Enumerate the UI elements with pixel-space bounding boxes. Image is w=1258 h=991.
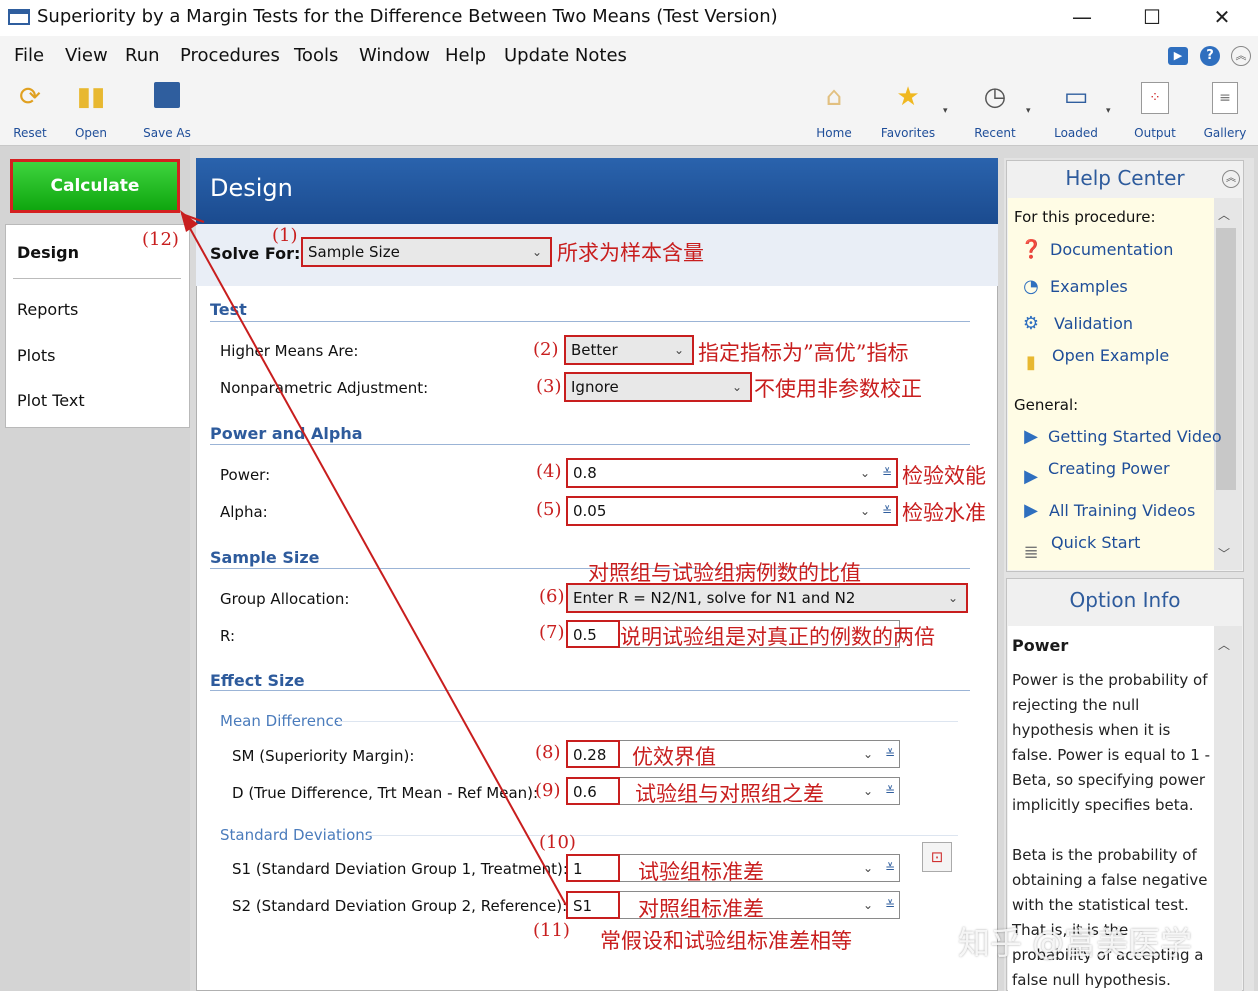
help-link-examples[interactable]: Examples — [1050, 277, 1128, 296]
watermark: 知乎 @富美医学 — [958, 924, 1193, 962]
help-for-this-label: For this procedure: — [1014, 208, 1156, 226]
help-link-open-example[interactable]: Open Example — [1052, 346, 1169, 365]
documentation-icon: ❓ — [1020, 239, 1043, 260]
option-info-title: Option Info — [1069, 588, 1181, 612]
option-scrollbar[interactable] — [1214, 626, 1242, 991]
help-collapse-icon[interactable]: ︽ — [1222, 170, 1240, 188]
document-icon: ≣ — [1023, 542, 1039, 563]
help-general-label: General: — [1014, 396, 1079, 414]
scroll-up-icon[interactable]: ︿ — [1218, 206, 1230, 223]
video-icon-2: ▶ — [1024, 466, 1038, 487]
help-link-creating-power[interactable]: Creating Power — [1048, 459, 1170, 478]
validation-icon: ⚙ — [1022, 313, 1040, 334]
help-link-all-training[interactable]: All Training Videos — [1049, 501, 1195, 520]
open-example-icon: ▮ — [1026, 352, 1036, 373]
video-icon-3: ▶ — [1024, 500, 1038, 521]
help-link-documentation[interactable]: Documentation — [1050, 240, 1173, 259]
help-scroll-thumb[interactable] — [1216, 228, 1236, 490]
option-info-paragraph-1: Power is the probability of rejecting th… — [1012, 671, 1211, 814]
option-info-heading: Power — [1012, 636, 1069, 655]
video-icon: ▶ — [1024, 426, 1038, 447]
option-info-paragraph-2: Beta is the probability of obtaining a f… — [1012, 846, 1208, 989]
help-link-validation[interactable]: Validation — [1054, 314, 1133, 333]
help-center-title: Help Center — [1065, 166, 1185, 190]
examples-icon: ◔ — [1023, 276, 1039, 297]
option-scroll-up-icon[interactable]: ︿ — [1218, 636, 1230, 653]
help-link-getting-started[interactable]: Getting Started Video — [1048, 427, 1222, 446]
scroll-down-icon[interactable]: ﹀ — [1218, 545, 1230, 562]
help-link-quick-start[interactable]: Quick Start — [1051, 533, 1140, 552]
